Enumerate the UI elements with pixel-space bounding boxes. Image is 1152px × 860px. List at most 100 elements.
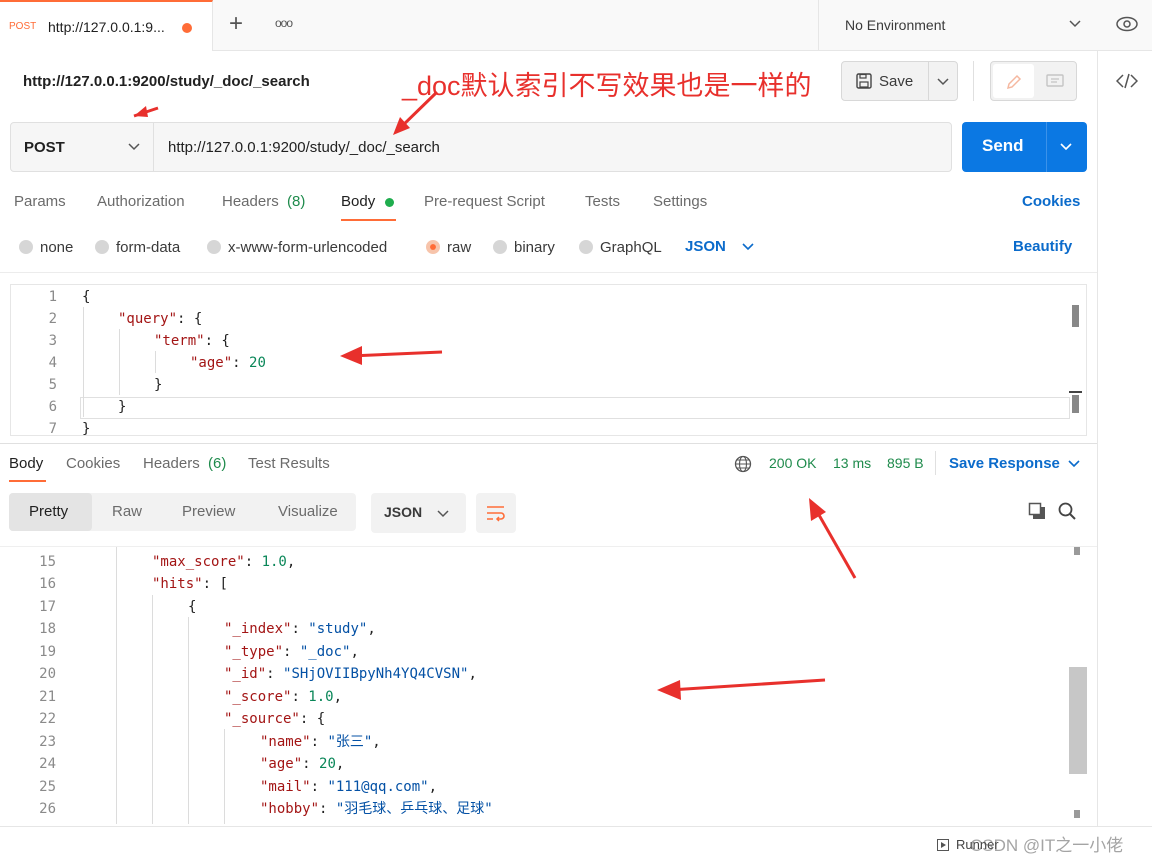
- line-number: 23: [39, 733, 56, 750]
- line-number: 6: [48, 399, 57, 415]
- url-input[interactable]: http://127.0.0.1:9200/study/_doc/_search: [168, 139, 440, 156]
- resp-tab-body[interactable]: Body: [9, 455, 43, 472]
- response-body-viewer[interactable]: 15 "max_score": 1.0, 16 "hits": [17 {18 "_ind…: [0, 546, 1097, 824]
- status-footer: Runner CSDN @IT之一小佬: [0, 826, 1152, 860]
- line-number: 18: [39, 621, 56, 638]
- send-button[interactable]: Send: [982, 136, 1024, 156]
- view-visualize[interactable]: Visualize: [278, 503, 338, 520]
- chevron-down-icon: [1069, 20, 1081, 28]
- request-body-editor[interactable]: 1{2 "query": {3 "term": {4 "age": 20 5} 6} 7}: [10, 284, 1087, 436]
- chevron-down-icon[interactable]: [937, 78, 949, 86]
- view-raw[interactable]: Raw: [112, 503, 142, 520]
- save-response-button[interactable]: Save Response: [949, 455, 1060, 472]
- json-key: "age": [260, 756, 303, 773]
- json-punctuation: ,: [335, 756, 345, 773]
- tab-params[interactable]: Params: [14, 193, 66, 210]
- tab-pre-request-script[interactable]: Pre-request Script: [424, 193, 545, 210]
- new-tab-button[interactable]: +: [229, 10, 243, 38]
- json-value: "_doc": [299, 643, 351, 660]
- json-key: "_id": [224, 666, 267, 683]
- resp-tab-headers[interactable]: Headers: [143, 455, 200, 472]
- json-key: "age": [190, 355, 233, 371]
- editor-scrollbar-thumb[interactable]: [1072, 305, 1079, 327]
- code-line: "_score": 1.0,: [224, 688, 343, 705]
- tab-settings[interactable]: Settings: [653, 193, 707, 210]
- radio-urlencoded[interactable]: [207, 240, 221, 254]
- chevron-down-icon[interactable]: [742, 243, 754, 251]
- chevron-down-icon[interactable]: [1068, 460, 1080, 468]
- tab-authorization[interactable]: Authorization: [97, 193, 185, 210]
- method-label: POST: [24, 139, 65, 156]
- search-icon[interactable]: [1058, 502, 1076, 520]
- code-line: "mail": "111@qq.com",: [260, 778, 438, 795]
- tab-body[interactable]: Body: [341, 193, 375, 210]
- method-select[interactable]: POST: [11, 123, 154, 171]
- body-active-dot-icon: [385, 198, 394, 207]
- line-number: 21: [39, 688, 56, 705]
- chevron-down-icon[interactable]: [1060, 143, 1072, 151]
- json-punctuation: {: [82, 289, 91, 305]
- radio-graphql[interactable]: [579, 240, 593, 254]
- editor-scrollbar-thumb-2[interactable]: [1072, 395, 1079, 413]
- line-number: 15: [39, 554, 56, 570]
- response-size[interactable]: 895 B: [887, 455, 924, 471]
- radio-urlencoded-label: x-www-form-urlencoded: [228, 239, 388, 256]
- code-line: "_index": "study",: [224, 621, 376, 638]
- resp-tab-cookies[interactable]: Cookies: [66, 455, 120, 472]
- line-number: 7: [48, 421, 57, 436]
- code-icon[interactable]: [1116, 73, 1138, 89]
- more-tabs-icon[interactable]: ooo: [275, 16, 293, 30]
- code-line: }: [82, 418, 91, 436]
- radio-binary[interactable]: [493, 240, 507, 254]
- radio-none[interactable]: [19, 240, 33, 254]
- beautify-link[interactable]: Beautify: [1013, 238, 1072, 255]
- save-button[interactable]: Save: [879, 73, 913, 90]
- line-number: 16: [39, 576, 56, 593]
- code-line: "term": {: [154, 330, 230, 352]
- pencil-icon[interactable]: [1005, 73, 1023, 91]
- body-format-select[interactable]: JSON: [685, 238, 726, 255]
- json-key: "name": [260, 733, 311, 750]
- chevron-down-icon: [128, 143, 140, 151]
- radio-none-label: none: [40, 239, 74, 256]
- copy-icon[interactable]: [1028, 502, 1046, 520]
- json-value: {: [316, 711, 326, 728]
- code-line: "query": {: [118, 308, 202, 330]
- wrap-lines-button[interactable]: [476, 493, 516, 533]
- view-preview[interactable]: Preview: [182, 503, 235, 520]
- radio-binary-label: binary: [514, 239, 555, 256]
- tab-headers[interactable]: Headers: [222, 193, 279, 210]
- response-format-select[interactable]: JSON: [371, 493, 466, 533]
- environment-selector[interactable]: No Environment: [818, 0, 1097, 51]
- cookies-link[interactable]: Cookies: [1022, 193, 1080, 210]
- view-pretty[interactable]: Pretty: [29, 503, 68, 520]
- chevron-down-icon: [437, 510, 449, 518]
- status-code[interactable]: 200 OK: [769, 455, 816, 471]
- line-number: 5: [48, 377, 57, 393]
- annotation-note: _doc默认索引不写效果也是一样的: [402, 71, 812, 101]
- tab-tests[interactable]: Tests: [585, 193, 620, 210]
- comment-icon[interactable]: [1046, 74, 1064, 90]
- active-line-highlight: [80, 397, 1070, 419]
- radio-form-data[interactable]: [95, 240, 109, 254]
- code-line: {: [188, 596, 196, 618]
- json-key: "hits": [152, 576, 203, 593]
- request-tab[interactable]: POST http://127.0.0.1:9...: [0, 0, 213, 51]
- code-line: "name": "张三",: [260, 733, 381, 750]
- globe-icon[interactable]: [734, 455, 752, 473]
- radio-raw[interactable]: [426, 240, 440, 254]
- tab-title: http://127.0.0.1:9...: [48, 19, 165, 35]
- json-value: "羽毛球、乒乓球、足球": [335, 800, 493, 817]
- json-key: "_type": [224, 643, 284, 660]
- tab-method: POST: [9, 21, 37, 32]
- json-punctuation: }: [82, 421, 91, 436]
- response-scrollbar-thumb[interactable]: [1069, 667, 1087, 774]
- response-time[interactable]: 13 ms: [833, 455, 871, 471]
- request-title: http://127.0.0.1:9200/study/_doc/_search: [23, 73, 310, 90]
- json-key: "_source": [224, 711, 300, 728]
- line-number: 24: [39, 756, 56, 773]
- eye-icon[interactable]: [1116, 16, 1138, 32]
- line-number: 2: [48, 311, 57, 327]
- response-format-label: JSON: [384, 504, 423, 520]
- resp-tab-test-results[interactable]: Test Results: [248, 455, 330, 472]
